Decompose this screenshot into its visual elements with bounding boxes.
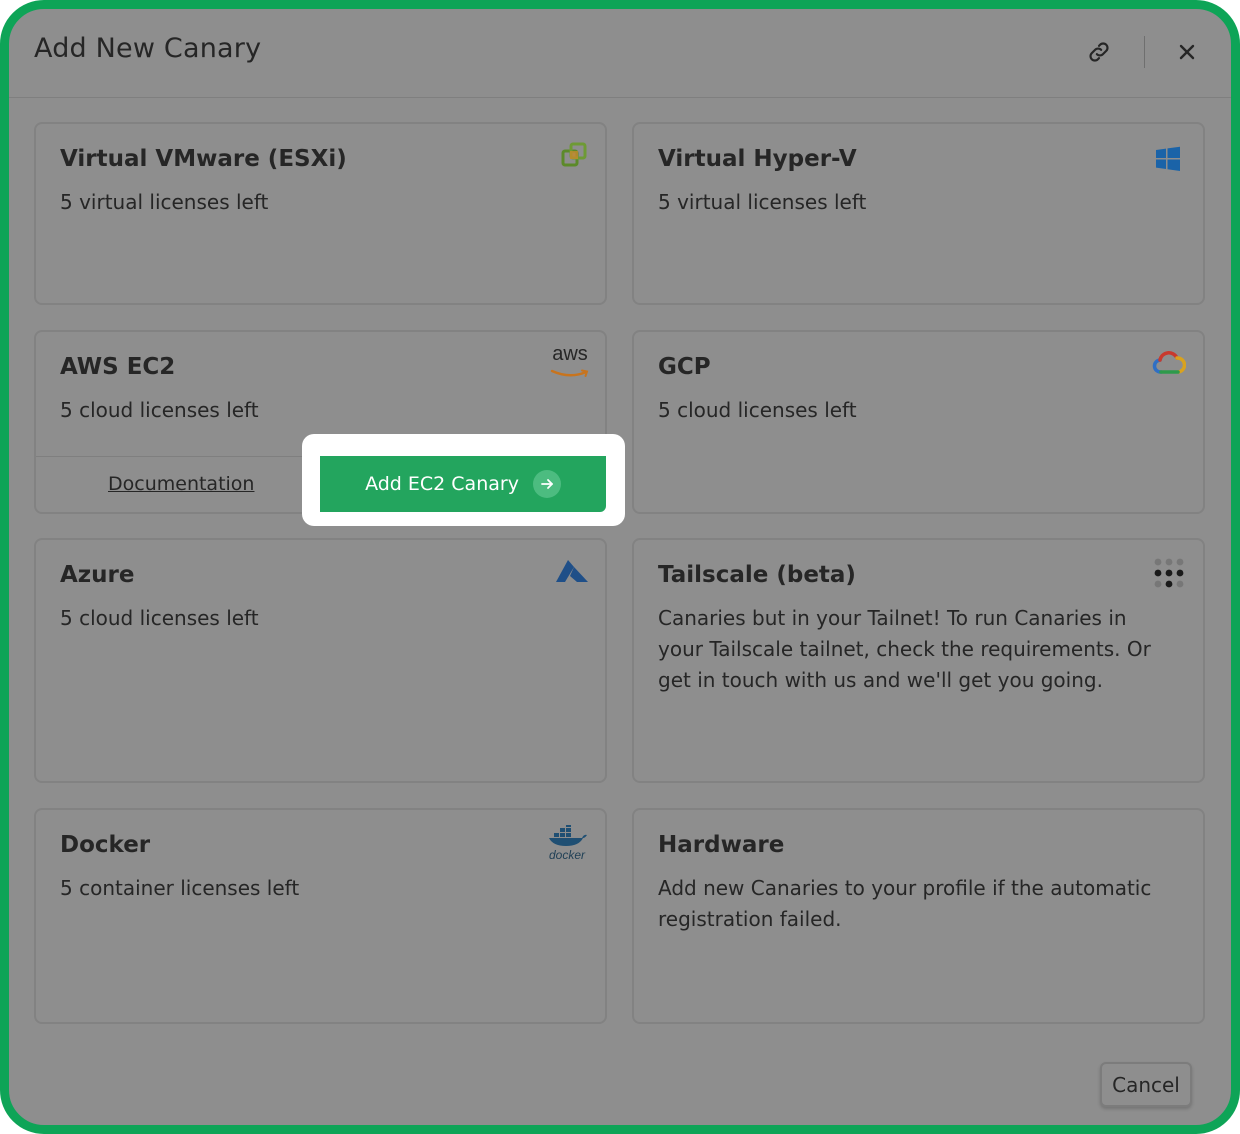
- card-hardware[interactable]: Hardware Add new Canaries to your profil…: [632, 808, 1205, 1024]
- cancel-button[interactable]: Cancel: [1100, 1062, 1192, 1107]
- card-vmware[interactable]: Virtual VMware (ESXi) 5 virtual licenses…: [34, 122, 607, 305]
- add-ec2-canary-label: Add EC2 Canary: [365, 473, 519, 495]
- card-hyper-v[interactable]: Virtual Hyper-V 5 virtual licenses left: [632, 122, 1205, 305]
- card-azure[interactable]: Azure 5 cloud licenses left: [34, 538, 607, 783]
- card-description: 5 virtual licenses left: [658, 190, 867, 214]
- card-gcp[interactable]: GCP 5 cloud licenses left: [632, 330, 1205, 514]
- dialog-title: Add New Canary: [34, 33, 262, 64]
- card-title: Hardware: [658, 832, 785, 858]
- card-description: 5 virtual licenses left: [60, 190, 269, 214]
- aws-icon: aws: [547, 344, 593, 383]
- card-docker[interactable]: Docker 5 container licenses left docker: [34, 808, 607, 1024]
- card-description: 5 container licenses left: [60, 876, 300, 900]
- docker-icon: docker: [544, 823, 590, 861]
- card-tailscale[interactable]: Tailscale (beta) Canaries but in your Ta…: [632, 538, 1205, 783]
- link-icon[interactable]: [1084, 37, 1114, 67]
- documentation-link[interactable]: Documentation: [108, 473, 254, 495]
- google-cloud-icon: [1152, 350, 1187, 380]
- card-description: 5 cloud licenses left: [60, 606, 259, 630]
- card-title: Docker: [60, 832, 151, 858]
- dialog-header: Add New Canary: [9, 9, 1231, 98]
- windows-icon: [1155, 146, 1181, 176]
- card-title: Virtual VMware (ESXi): [60, 146, 347, 172]
- close-icon[interactable]: [1172, 37, 1202, 67]
- card-description: Canaries but in your Tailnet! To run Can…: [658, 606, 1151, 692]
- azure-icon: [555, 559, 589, 589]
- card-title: Azure: [60, 562, 135, 588]
- card-title: Virtual Hyper-V: [658, 146, 857, 172]
- add-ec2-canary-button[interactable]: Add EC2 Canary: [320, 456, 606, 512]
- header-divider: [1144, 36, 1145, 68]
- dialog: Add New Canary Virtual VMware (ESXi) 5 v…: [0, 0, 1240, 1134]
- vmware-icon: [561, 142, 587, 172]
- card-description: 5 cloud licenses left: [60, 398, 259, 422]
- tailscale-icon: [1153, 557, 1187, 595]
- arrow-right-icon: [532, 470, 561, 498]
- card-title: AWS EC2: [60, 354, 176, 380]
- card-title: Tailscale (beta): [658, 562, 856, 588]
- card-description: Add new Canaries to your profile if the …: [658, 876, 1152, 931]
- card-title: GCP: [658, 354, 711, 380]
- card-description: 5 cloud licenses left: [658, 398, 857, 422]
